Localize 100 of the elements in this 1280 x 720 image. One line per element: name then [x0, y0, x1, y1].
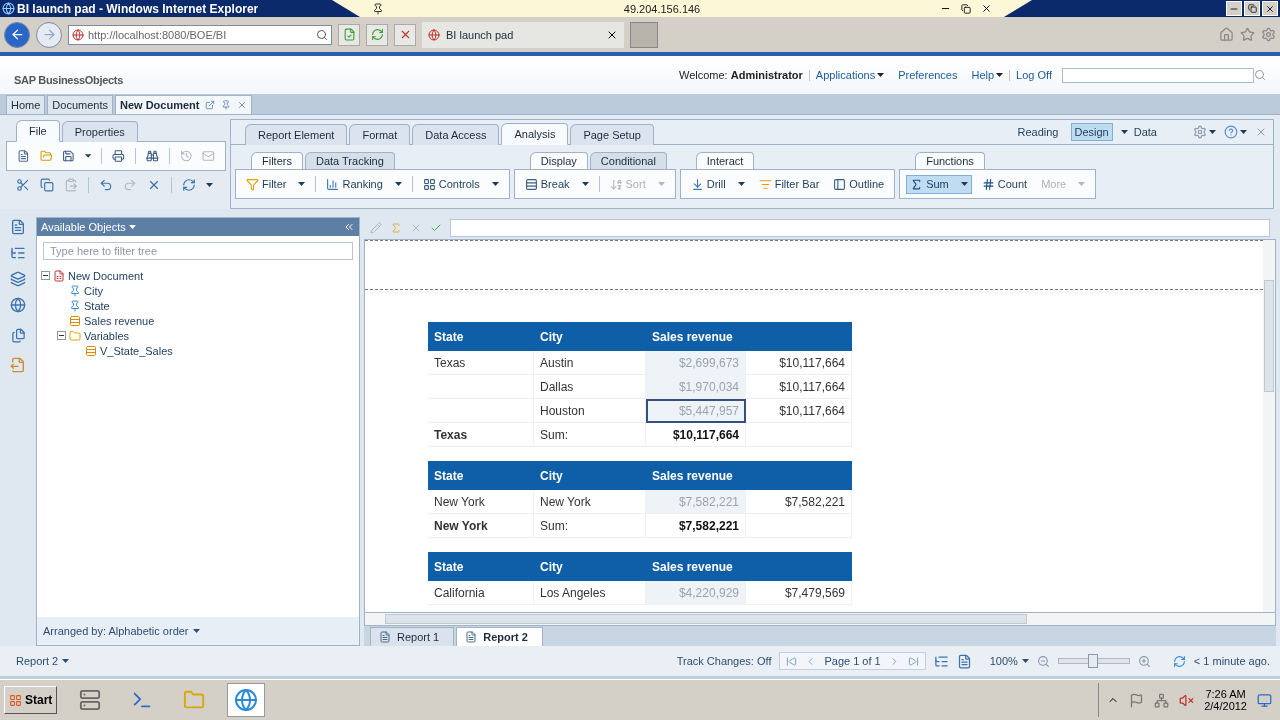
close-button[interactable]: [1262, 1, 1278, 16]
table-cell: $10,117,664: [746, 351, 852, 375]
tree-item[interactable]: V_State_Sales: [100, 344, 173, 357]
table-cell[interactable]: $10,117,664: [646, 423, 746, 447]
refresh-button[interactable]: [366, 23, 388, 46]
report-tab[interactable]: Report 2: [456, 627, 543, 646]
zoom-in-icon: [1137, 654, 1151, 668]
tree-item[interactable]: State: [84, 299, 110, 312]
table-cell: Texas: [428, 423, 534, 447]
minimize-button[interactable]: [1226, 1, 1242, 16]
toolbar-button[interactable]: Count: [977, 174, 1032, 194]
caret-icon: [1120, 130, 1128, 134]
ribbon-tab[interactable]: Analysis: [501, 123, 569, 145]
mode-button[interactable]: Design: [1070, 123, 1113, 141]
group-tab[interactable]: Display: [529, 152, 588, 169]
header-link[interactable]: Help: [971, 69, 1004, 81]
caret-icon: [581, 182, 589, 186]
collapse-icon[interactable]: [41, 271, 50, 280]
address-field[interactable]: http://localhost:8080/BOE/BI: [68, 24, 332, 45]
ribbon-tab[interactable]: Report Element: [245, 124, 348, 145]
toolbar-button[interactable]: Ranking: [322, 174, 406, 194]
caret-icon: [1240, 130, 1247, 134]
caret-icon: [1209, 130, 1216, 134]
stop-button[interactable]: [394, 23, 416, 46]
ribbon-tab[interactable]: Data Access: [412, 124, 500, 145]
header-link[interactable]: Log Off: [1016, 69, 1052, 81]
delete-icon: [147, 178, 161, 192]
table-cell: New York: [534, 490, 646, 514]
quick-display-icon: [933, 653, 949, 669]
group-tab[interactable]: Interact: [695, 152, 755, 169]
toolbar-button[interactable]: Filter Bar: [754, 174, 824, 194]
formula-field[interactable]: [450, 219, 1270, 237]
rows-icon: [524, 177, 538, 191]
start-button[interactable]: Start: [4, 686, 58, 714]
ribbon-tab[interactable]: Properties: [61, 121, 138, 142]
table-cell: New York: [428, 514, 534, 538]
last-page-icon: [907, 655, 919, 667]
clock-date: 2/4/2012: [1204, 700, 1247, 712]
toolbar-button[interactable]: Sum: [906, 174, 972, 194]
paste-icon: [64, 178, 78, 192]
report-tab[interactable]: Report 1: [370, 627, 455, 646]
vertical-scrollbar[interactable]: [1263, 240, 1275, 612]
toolbar-button[interactable]: Drill: [686, 174, 749, 194]
toolbar-button[interactable]: Controls: [418, 174, 503, 194]
toolbar-button[interactable]: Outline: [829, 174, 889, 194]
ribbon-tab[interactable]: Format: [349, 124, 411, 145]
zoom-menu[interactable]: 100%: [989, 655, 1029, 667]
layers-icon: [10, 271, 26, 287]
formula-icon: [370, 222, 382, 234]
taskbar-button[interactable]: [227, 683, 266, 717]
tree-item[interactable]: Sales revenue: [84, 314, 155, 327]
column-header: Sales revenue: [646, 461, 746, 490]
document-tab[interactable]: New Document: [115, 95, 253, 114]
network-icon: [1154, 692, 1170, 708]
filter-field[interactable]: Type here to filter tree: [43, 242, 353, 260]
group-tab[interactable]: Conditional: [589, 152, 667, 169]
back-button[interactable]: [4, 21, 30, 48]
ribbon-tab[interactable]: File: [16, 120, 60, 142]
restore-button[interactable]: [1244, 1, 1260, 16]
mode-button[interactable]: Data: [1129, 123, 1161, 141]
table-cell: $7,479,569: [746, 581, 852, 605]
search-field[interactable]: [1062, 67, 1254, 83]
forward-button[interactable]: [36, 21, 62, 48]
dimension-icon: [69, 299, 81, 312]
compatibility-button[interactable]: [338, 23, 360, 46]
slider-thumb[interactable]: [1087, 654, 1098, 668]
tree-item[interactable]: New Document: [68, 269, 144, 282]
tree-item[interactable]: Variables: [84, 329, 130, 342]
globe-icon: [10, 297, 26, 313]
table-cell: California: [428, 581, 534, 605]
collapse-icon[interactable]: [57, 331, 66, 340]
objects-icon: [10, 327, 26, 343]
group-tab[interactable]: Filters: [251, 152, 303, 169]
open-folder-icon: [39, 149, 53, 163]
ribbon-tab[interactable]: Page Setup: [570, 124, 654, 145]
toolbar-button[interactable]: Break: [520, 174, 593, 194]
tree-item[interactable]: City: [84, 284, 103, 297]
table-cell: Dallas: [534, 375, 646, 399]
horizontal-scrollbar[interactable]: [364, 613, 1276, 626]
report-menu[interactable]: Report 2: [16, 655, 70, 667]
toolbar-button[interactable]: Filter: [242, 174, 310, 194]
server-icon[interactable]: [79, 689, 102, 711]
panel-title[interactable]: Available Objects: [41, 221, 136, 233]
mode-button[interactable]: Reading: [1013, 123, 1063, 141]
refresh-icon: [182, 178, 196, 192]
header-link[interactable]: Applications: [815, 69, 885, 81]
table-cell: Los Angeles: [534, 581, 646, 605]
bar-chart-icon: [326, 177, 340, 191]
table-cell[interactable]: $7,582,221: [646, 514, 746, 538]
new-tab-button[interactable]: [630, 21, 658, 48]
column-header: State: [428, 461, 534, 490]
document-tab[interactable]: Documents: [47, 95, 113, 114]
document-tab[interactable]: Home: [6, 95, 46, 114]
group-tab[interactable]: Data Tracking: [304, 152, 395, 169]
dimension-icon: [69, 284, 81, 297]
collapse-icon: [343, 221, 355, 233]
group-tab[interactable]: Functions: [915, 152, 985, 169]
copy-icon: [40, 178, 54, 192]
header-link[interactable]: Preferences: [898, 69, 958, 81]
browser-tab[interactable]: BI launch pad: [422, 21, 624, 48]
